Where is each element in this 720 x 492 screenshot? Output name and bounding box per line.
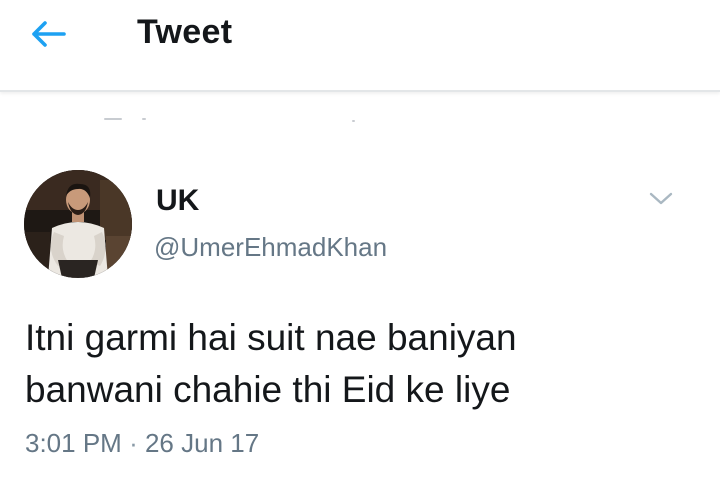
page-title: Tweet [137, 13, 233, 51]
avatar-photo [24, 170, 132, 278]
back-button[interactable] [22, 14, 74, 58]
back-arrow-icon [29, 20, 67, 53]
top-app-bar: Tweet [0, 0, 720, 92]
timestamp-separator: · [129, 428, 138, 458]
avatar[interactable] [24, 170, 132, 278]
tweet-menu-button[interactable] [644, 186, 678, 216]
display-name[interactable]: UK [156, 184, 199, 218]
chevron-down-icon [649, 192, 673, 211]
tweet-text: Itni garmi hai suit nae baniyan banwani … [25, 317, 517, 410]
divider-specks [0, 118, 720, 124]
tweet-date: 26 Jun 17 [144, 428, 260, 458]
tweet-timestamp: 3:01 PM · 26 Jun 17 [25, 428, 259, 459]
user-handle[interactable]: @UmerEhmadKhan [154, 232, 387, 263]
tweet-time: 3:01 PM [25, 428, 122, 458]
